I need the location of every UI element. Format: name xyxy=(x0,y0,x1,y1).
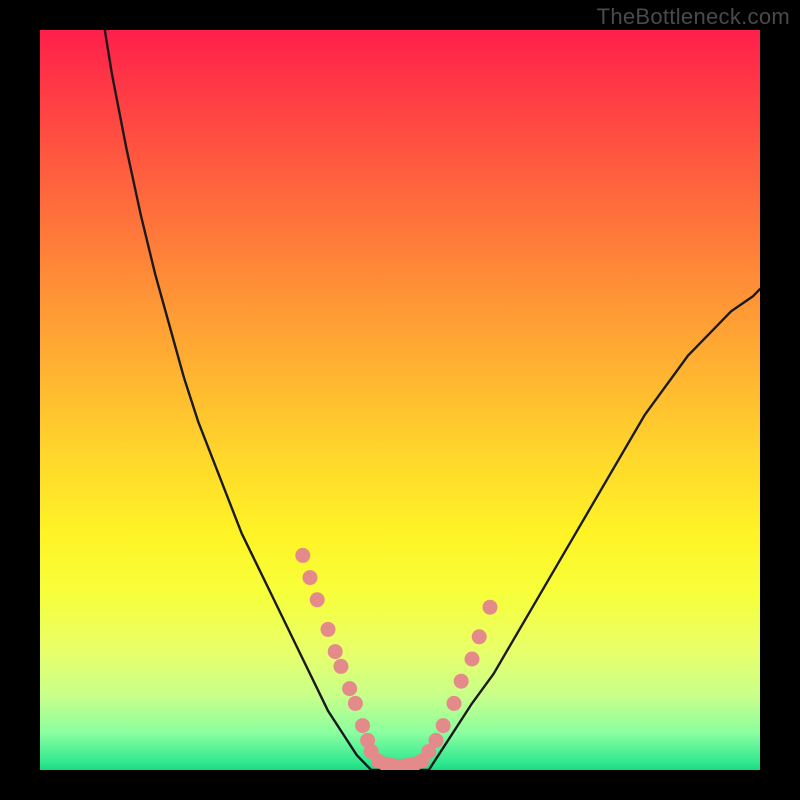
marker-dot xyxy=(333,659,348,674)
marker-dot xyxy=(429,733,444,748)
curve-markers xyxy=(295,548,497,770)
curve-lines xyxy=(105,30,760,770)
marker-dot xyxy=(355,718,370,733)
marker-dot xyxy=(436,718,451,733)
marker-dot xyxy=(321,622,336,637)
marker-dot xyxy=(465,652,480,667)
marker-dot xyxy=(483,600,498,615)
marker-dot xyxy=(348,696,363,711)
marker-dot xyxy=(295,548,310,563)
marker-dot xyxy=(328,644,343,659)
marker-dot xyxy=(472,629,487,644)
outer-frame: TheBottleneck.com xyxy=(0,0,800,800)
bottleneck-curve xyxy=(105,30,760,770)
marker-dot xyxy=(447,696,462,711)
marker-dot xyxy=(454,674,469,689)
marker-dot xyxy=(310,592,325,607)
curve-svg xyxy=(40,30,760,770)
marker-dot xyxy=(303,570,318,585)
plot-area xyxy=(40,30,760,770)
marker-dot xyxy=(342,681,357,696)
watermark-text: TheBottleneck.com xyxy=(597,4,790,30)
